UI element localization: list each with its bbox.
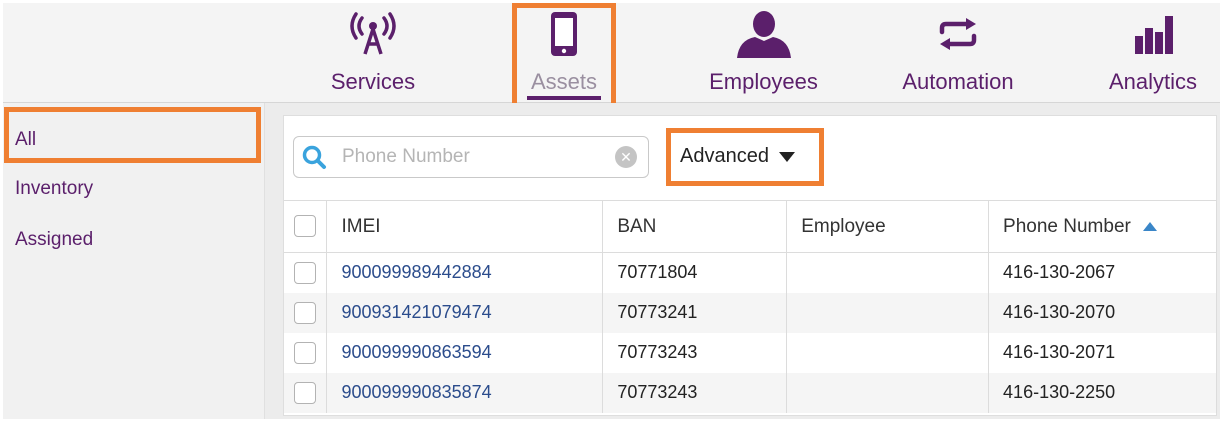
imei-link[interactable]: 900099990863594 [326,332,604,373]
active-tab-underline [527,96,601,100]
row-checkbox[interactable] [294,261,316,284]
row-checkbox[interactable] [294,381,316,404]
row-select-cell [284,372,328,413]
nav-label-assets: Assets [530,69,598,94]
nav-employees[interactable]: Employees [691,3,836,103]
nav-label-analytics: Analytics [1108,69,1198,94]
row-checkbox[interactable] [294,341,316,364]
bar-chart-icon [1093,9,1213,59]
nav-label-automation: Automation [902,69,1014,94]
nav-analytics[interactable]: Analytics [1093,3,1213,103]
table-row: 900099990835874 70773243 416-130-2250 [284,372,1217,413]
nav-assets[interactable]: Assets [512,3,616,103]
row-select-cell [284,332,328,373]
assets-table: IMEI BAN Employee Phone Number 900099989… [284,200,1217,413]
imei-link[interactable]: 900099989442884 [326,252,604,293]
table-row: 900099990863594 70773243 416-130-2071 [284,332,1217,373]
swap-arrows-icon [883,9,1033,59]
column-header-ban[interactable]: BAN [602,200,788,253]
sort-ascending-icon [1142,221,1157,231]
phone-number-cell: 416-130-2067 [988,252,1217,293]
phone-number-header-label: Phone Number [1003,215,1131,237]
search-icon [302,145,326,169]
employee-cell [786,292,990,333]
sidebar-item-all[interactable]: All [15,129,36,151]
ban-cell: 70771804 [602,252,788,293]
phone-number-cell: 416-130-2071 [988,332,1217,373]
phone-icon [512,9,616,59]
employee-cell [786,332,990,373]
sidebar-item-inventory[interactable]: Inventory [15,178,93,200]
nav-label-employees: Employees [709,69,818,94]
ban-cell: 70773243 [602,372,788,413]
advanced-dropdown[interactable]: Advanced [680,145,795,168]
ban-cell: 70773241 [602,292,788,333]
antenna-icon [308,9,438,59]
table-row: 900099989442884 70771804 416-130-2067 [284,252,1217,293]
table-row: 900931421079474 70773241 416-130-2070 [284,292,1217,333]
select-all-checkbox[interactable] [294,215,316,238]
caret-down-icon [778,151,795,162]
row-select-cell [284,292,328,333]
nav-services[interactable]: Services [308,3,438,103]
row-select-cell [284,252,328,293]
clear-search-icon[interactable]: ✕ [615,146,637,168]
nav-label-services: Services [330,69,416,94]
column-header-employee[interactable]: Employee [786,200,990,253]
column-header-phone-number[interactable]: Phone Number [988,200,1217,253]
employee-cell [786,372,990,413]
phone-number-cell: 416-130-2250 [988,372,1217,413]
column-header-imei[interactable]: IMEI [326,200,604,253]
person-icon [691,9,836,59]
search-input[interactable] [342,140,607,174]
table-header-row: IMEI BAN Employee Phone Number [284,200,1217,253]
ban-cell: 70773243 [602,332,788,373]
top-nav: Services Assets Employees Automation Ana… [3,3,1220,103]
sidebar-item-assigned[interactable]: Assigned [15,229,93,251]
select-all-cell [284,200,328,253]
advanced-label: Advanced [680,145,769,167]
phone-number-cell: 416-130-2070 [988,292,1217,333]
sidebar: All Inventory Assigned [3,103,265,419]
imei-link[interactable]: 900099990835874 [326,372,604,413]
employee-cell [786,252,990,293]
nav-automation[interactable]: Automation [883,3,1033,103]
imei-link[interactable]: 900931421079474 [326,292,604,333]
row-checkbox[interactable] [294,301,316,324]
